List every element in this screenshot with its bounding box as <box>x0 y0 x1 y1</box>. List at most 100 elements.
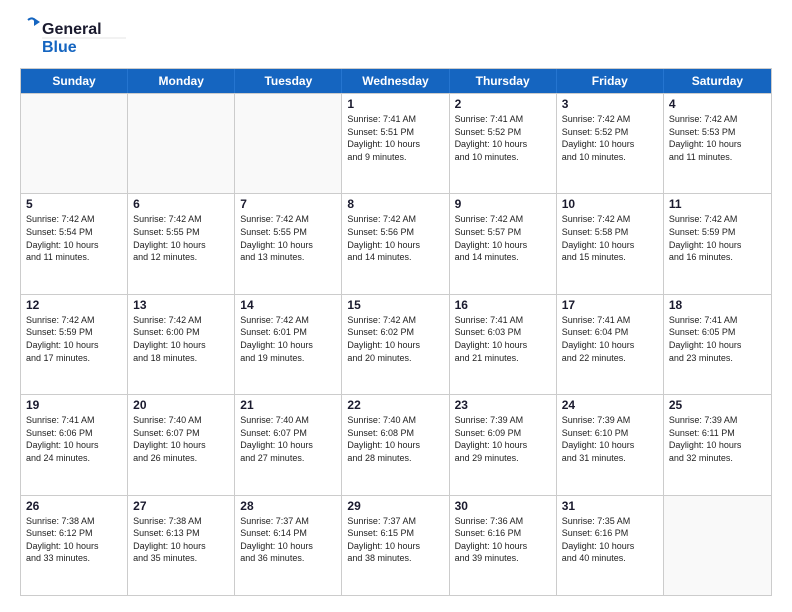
day-number: 6 <box>133 197 229 211</box>
calendar-cell: 21 Sunrise: 7:40 AM Sunset: 6:07 PM Dayli… <box>235 395 342 494</box>
calendar-cell <box>664 496 771 595</box>
calendar-row-1: 5Sunrise: 7:42 AM Sunset: 5:54 PM Daylig… <box>21 193 771 293</box>
calendar-cell: 28 Sunrise: 7:37 AM Sunset: 6:14 PM Dayli… <box>235 496 342 595</box>
logo-svg: General Blue <box>20 16 130 58</box>
day-number: 24 <box>562 398 658 412</box>
day-info: Sunrise: 7:40 AM Sunset: 6:07 PM Dayligh… <box>240 414 336 464</box>
day-number: 29 <box>347 499 443 513</box>
calendar-row-2: 12Sunrise: 7:42 AM Sunset: 5:59 PM Dayli… <box>21 294 771 394</box>
day-number: 13 <box>133 298 229 312</box>
calendar: SundayMondayTuesdayWednesdayThursdayFrid… <box>20 68 772 596</box>
day-info: Sunrise: 7:42 AM Sunset: 5:52 PM Dayligh… <box>562 113 658 163</box>
day-info: Sunrise: 7:35 AM Sunset: 6:16 PM Dayligh… <box>562 515 658 565</box>
calendar-cell: 1 Sunrise: 7:41 AM Sunset: 5:51 PM Daylig… <box>342 94 449 193</box>
weekday-header-sunday: Sunday <box>21 69 128 93</box>
calendar-body: 1 Sunrise: 7:41 AM Sunset: 5:51 PM Daylig… <box>21 93 771 595</box>
weekday-header-tuesday: Tuesday <box>235 69 342 93</box>
day-number: 26 <box>26 499 122 513</box>
day-info: Sunrise: 7:42 AM Sunset: 5:55 PM Dayligh… <box>240 213 336 263</box>
calendar-cell: 29 Sunrise: 7:37 AM Sunset: 6:15 PM Dayli… <box>342 496 449 595</box>
day-info: Sunrise: 7:41 AM Sunset: 6:04 PM Dayligh… <box>562 314 658 364</box>
calendar-header: SundayMondayTuesdayWednesdayThursdayFrid… <box>21 69 771 93</box>
day-number: 4 <box>669 97 766 111</box>
calendar-cell: 25Sunrise: 7:39 AM Sunset: 6:11 PM Dayli… <box>664 395 771 494</box>
day-info: Sunrise: 7:41 AM Sunset: 5:51 PM Dayligh… <box>347 113 443 163</box>
calendar-cell: 3 Sunrise: 7:42 AM Sunset: 5:52 PM Daylig… <box>557 94 664 193</box>
day-info: Sunrise: 7:42 AM Sunset: 5:53 PM Dayligh… <box>669 113 766 163</box>
day-info: Sunrise: 7:42 AM Sunset: 5:55 PM Dayligh… <box>133 213 229 263</box>
page: General Blue SundayMondayTuesdayWednesda… <box>0 0 792 612</box>
calendar-cell: 30 Sunrise: 7:36 AM Sunset: 6:16 PM Dayli… <box>450 496 557 595</box>
calendar-cell: 9Sunrise: 7:42 AM Sunset: 5:57 PM Daylig… <box>450 194 557 293</box>
weekday-header-saturday: Saturday <box>664 69 771 93</box>
day-info: Sunrise: 7:42 AM Sunset: 5:58 PM Dayligh… <box>562 213 658 263</box>
day-info: Sunrise: 7:37 AM Sunset: 6:14 PM Dayligh… <box>240 515 336 565</box>
calendar-cell: 7 Sunrise: 7:42 AM Sunset: 5:55 PM Daylig… <box>235 194 342 293</box>
day-number: 11 <box>669 197 766 211</box>
calendar-cell <box>128 94 235 193</box>
svg-text:Blue: Blue <box>42 39 77 56</box>
calendar-cell <box>235 94 342 193</box>
calendar-row-0: 1 Sunrise: 7:41 AM Sunset: 5:51 PM Daylig… <box>21 93 771 193</box>
header: General Blue <box>20 16 772 58</box>
day-number: 8 <box>347 197 443 211</box>
weekday-header-monday: Monday <box>128 69 235 93</box>
calendar-cell: 12Sunrise: 7:42 AM Sunset: 5:59 PM Dayli… <box>21 295 128 394</box>
day-number: 18 <box>669 298 766 312</box>
calendar-cell: 31Sunrise: 7:35 AM Sunset: 6:16 PM Dayli… <box>557 496 664 595</box>
day-info: Sunrise: 7:41 AM Sunset: 6:03 PM Dayligh… <box>455 314 551 364</box>
day-info: Sunrise: 7:41 AM Sunset: 6:06 PM Dayligh… <box>26 414 122 464</box>
calendar-cell: 11Sunrise: 7:42 AM Sunset: 5:59 PM Dayli… <box>664 194 771 293</box>
calendar-cell: 22 Sunrise: 7:40 AM Sunset: 6:08 PM Dayli… <box>342 395 449 494</box>
calendar-cell: 6 Sunrise: 7:42 AM Sunset: 5:55 PM Daylig… <box>128 194 235 293</box>
day-number: 22 <box>347 398 443 412</box>
day-number: 2 <box>455 97 551 111</box>
calendar-cell: 17 Sunrise: 7:41 AM Sunset: 6:04 PM Dayli… <box>557 295 664 394</box>
day-number: 30 <box>455 499 551 513</box>
day-number: 17 <box>562 298 658 312</box>
calendar-cell: 2Sunrise: 7:41 AM Sunset: 5:52 PM Daylig… <box>450 94 557 193</box>
calendar-cell: 16 Sunrise: 7:41 AM Sunset: 6:03 PM Dayli… <box>450 295 557 394</box>
day-number: 20 <box>133 398 229 412</box>
day-info: Sunrise: 7:42 AM Sunset: 6:01 PM Dayligh… <box>240 314 336 364</box>
day-info: Sunrise: 7:40 AM Sunset: 6:07 PM Dayligh… <box>133 414 229 464</box>
day-info: Sunrise: 7:36 AM Sunset: 6:16 PM Dayligh… <box>455 515 551 565</box>
day-number: 16 <box>455 298 551 312</box>
day-number: 3 <box>562 97 658 111</box>
day-number: 28 <box>240 499 336 513</box>
calendar-cell: 20 Sunrise: 7:40 AM Sunset: 6:07 PM Dayli… <box>128 395 235 494</box>
day-info: Sunrise: 7:39 AM Sunset: 6:10 PM Dayligh… <box>562 414 658 464</box>
calendar-cell: 14 Sunrise: 7:42 AM Sunset: 6:01 PM Dayli… <box>235 295 342 394</box>
day-number: 23 <box>455 398 551 412</box>
weekday-header-friday: Friday <box>557 69 664 93</box>
calendar-cell: 23Sunrise: 7:39 AM Sunset: 6:09 PM Dayli… <box>450 395 557 494</box>
calendar-row-3: 19 Sunrise: 7:41 AM Sunset: 6:06 PM Dayli… <box>21 394 771 494</box>
calendar-cell: 13Sunrise: 7:42 AM Sunset: 6:00 PM Dayli… <box>128 295 235 394</box>
calendar-cell: 18 Sunrise: 7:41 AM Sunset: 6:05 PM Dayli… <box>664 295 771 394</box>
day-number: 14 <box>240 298 336 312</box>
day-info: Sunrise: 7:40 AM Sunset: 6:08 PM Dayligh… <box>347 414 443 464</box>
day-info: Sunrise: 7:41 AM Sunset: 6:05 PM Dayligh… <box>669 314 766 364</box>
day-number: 9 <box>455 197 551 211</box>
day-number: 25 <box>669 398 766 412</box>
day-number: 21 <box>240 398 336 412</box>
calendar-cell: 4 Sunrise: 7:42 AM Sunset: 5:53 PM Daylig… <box>664 94 771 193</box>
day-info: Sunrise: 7:42 AM Sunset: 5:59 PM Dayligh… <box>26 314 122 364</box>
svg-text:General: General <box>42 21 102 38</box>
day-number: 19 <box>26 398 122 412</box>
calendar-cell: 19 Sunrise: 7:41 AM Sunset: 6:06 PM Dayli… <box>21 395 128 494</box>
calendar-cell: 10 Sunrise: 7:42 AM Sunset: 5:58 PM Dayli… <box>557 194 664 293</box>
day-number: 1 <box>347 97 443 111</box>
day-info: Sunrise: 7:42 AM Sunset: 5:56 PM Dayligh… <box>347 213 443 263</box>
day-info: Sunrise: 7:37 AM Sunset: 6:15 PM Dayligh… <box>347 515 443 565</box>
day-number: 7 <box>240 197 336 211</box>
calendar-row-4: 26 Sunrise: 7:38 AM Sunset: 6:12 PM Dayli… <box>21 495 771 595</box>
calendar-cell <box>21 94 128 193</box>
calendar-cell: 27Sunrise: 7:38 AM Sunset: 6:13 PM Dayli… <box>128 496 235 595</box>
day-info: Sunrise: 7:38 AM Sunset: 6:12 PM Dayligh… <box>26 515 122 565</box>
day-info: Sunrise: 7:42 AM Sunset: 6:02 PM Dayligh… <box>347 314 443 364</box>
day-number: 5 <box>26 197 122 211</box>
calendar-cell: 26 Sunrise: 7:38 AM Sunset: 6:12 PM Dayli… <box>21 496 128 595</box>
day-number: 10 <box>562 197 658 211</box>
day-info: Sunrise: 7:38 AM Sunset: 6:13 PM Dayligh… <box>133 515 229 565</box>
